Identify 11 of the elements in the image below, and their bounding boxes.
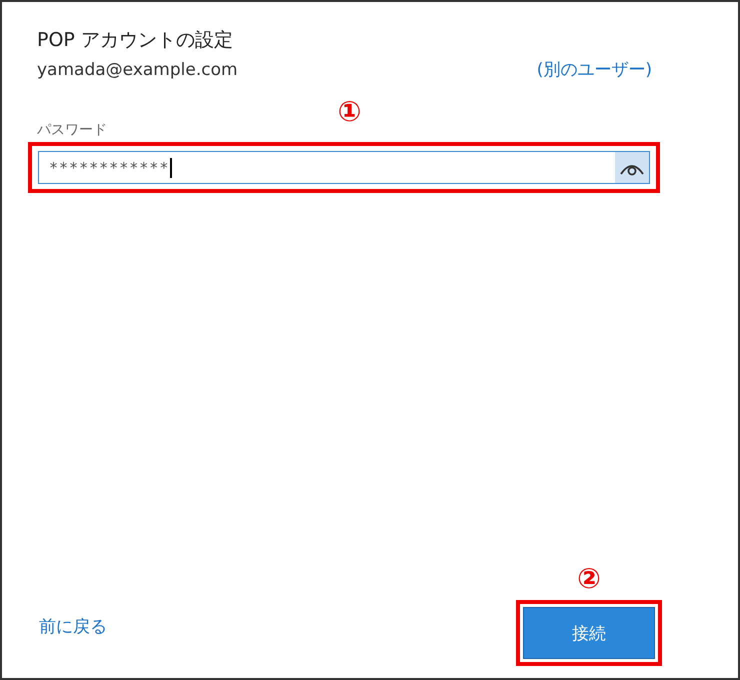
account-email: yamada@example.com <box>37 60 238 80</box>
dialog-title: POP アカウントの設定 <box>37 28 234 53</box>
switch-user-link[interactable]: (別のユーザー) <box>536 58 652 81</box>
back-link[interactable]: 前に戻る <box>39 615 107 638</box>
annotation-number: ① <box>338 97 362 127</box>
annotation-number: ② <box>577 564 601 594</box>
connect-button[interactable]: 接続 <box>523 607 655 659</box>
text-cursor <box>170 158 172 178</box>
password-field[interactable]: ************ <box>38 151 650 184</box>
show-password-button[interactable] <box>615 152 649 183</box>
field-label: パスワード <box>37 121 108 139</box>
